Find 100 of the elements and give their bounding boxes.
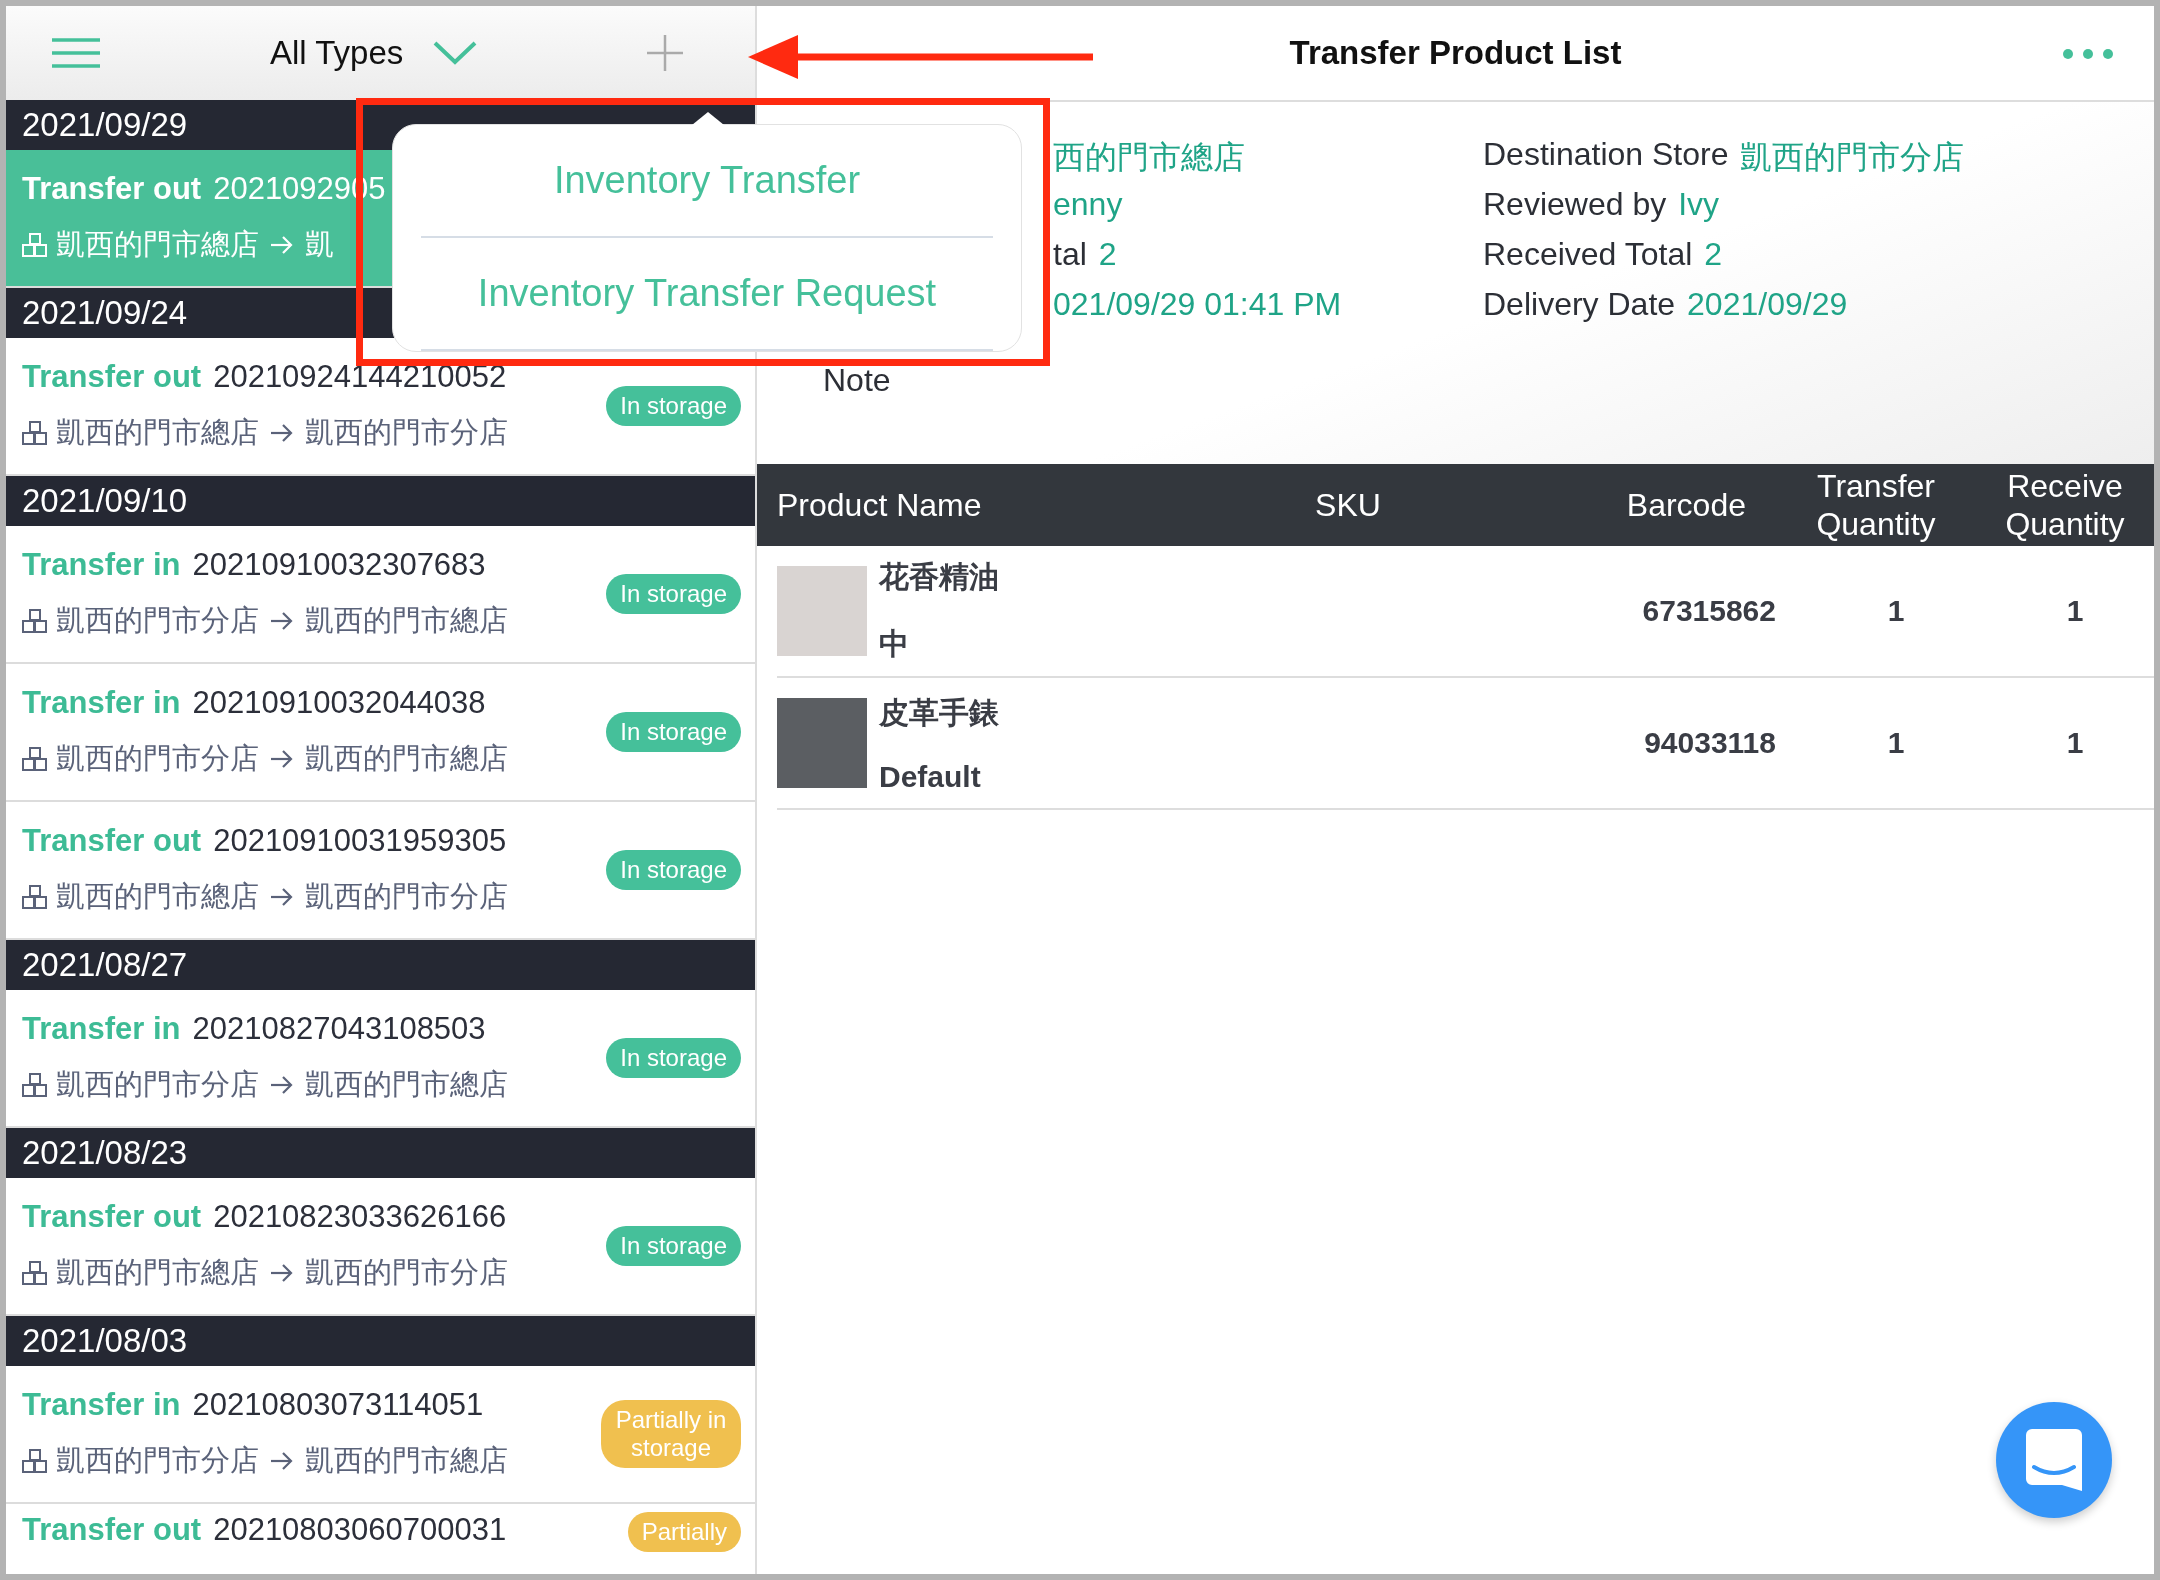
field-value: enny <box>1053 186 1123 224</box>
field-value: 凱西的門市分店 <box>1740 138 1965 176</box>
arrow-icon <box>271 236 293 254</box>
boxes-icon <box>22 1261 48 1285</box>
source-store: 凱西的門市總店 <box>56 879 259 914</box>
source-store: 凱西的門市總店 <box>56 227 259 262</box>
status-badge: Partially <box>627 1512 741 1552</box>
destination-store: 凱西的門市分店 <box>305 1255 508 1290</box>
arrow-icon <box>271 424 293 442</box>
destination-store: 凱西的門市總店 <box>305 1443 508 1478</box>
destination-store: 凱西的門市總店 <box>305 603 508 638</box>
table-cell: 67315862 <box>1642 594 1776 627</box>
field-value: 2 <box>1704 236 1723 274</box>
field-label: tal <box>1053 236 1087 274</box>
destination-store: 凱西的門市分店 <box>305 415 508 450</box>
destination-store: 凱西的門市總店 <box>305 1067 508 1102</box>
table-cell: 94033118 <box>1644 726 1776 759</box>
destination-store: 凱西的門市分店 <box>305 879 508 914</box>
field-label: Delivery Date <box>1483 286 1676 324</box>
transfer-number: 20210910031959305 <box>213 823 507 859</box>
transfer-type: Transfer in <box>22 547 181 583</box>
transfer-list-item[interactable]: Transfer out 20210803060700031 Partially <box>6 1504 755 1574</box>
transfer-number: 20210827043108503 <box>192 1011 486 1047</box>
transfer-number: 20210803073114051 <box>192 1387 484 1423</box>
source-store: 凱西的門市分店 <box>56 741 259 776</box>
transfer-number: 20210823033626166 <box>213 1199 507 1235</box>
arrow-icon <box>271 1264 293 1282</box>
status-badge: In storage <box>606 850 741 890</box>
boxes-icon <box>22 1449 48 1473</box>
date-header: 2021/08/03 <box>6 1316 755 1366</box>
arrow-icon <box>271 612 293 630</box>
chat-bubble-icon <box>2026 1429 2082 1491</box>
boxes-icon <box>22 421 48 445</box>
status-badge: In storage <box>606 1038 741 1078</box>
source-store: 凱西的門市分店 <box>56 1443 259 1478</box>
transfer-number: 20210910032044038 <box>192 685 486 721</box>
product-name: 花香精油 <box>879 559 999 595</box>
transfer-list-item[interactable]: Transfer in 20210910032307683 凱西的門市分店 凱西的門市總店 In storage <box>6 526 755 664</box>
destination-store: 凱 <box>305 227 334 262</box>
status-badge: In storage <box>606 386 741 426</box>
transfer-list-item[interactable]: Transfer in 20210910032044038 凱西的門市分店 凱西的門市總店 In storage <box>6 664 755 802</box>
boxes-icon <box>22 885 48 909</box>
note-label: Note <box>823 362 892 399</box>
field-label: Received Total <box>1483 236 1693 274</box>
date-header: 2021/08/27 <box>6 940 755 990</box>
field-value: Ivy <box>1678 186 1720 224</box>
destination-store: 凱西的門市總店 <box>305 741 508 776</box>
more-icon[interactable] <box>2062 48 2114 60</box>
transfer-type: Transfer in <box>22 685 181 721</box>
arrow-icon <box>271 1076 293 1094</box>
add-icon[interactable] <box>647 35 683 71</box>
type-filter-dropdown[interactable]: All Types <box>270 34 478 72</box>
transfer-number: 20210803060700031 <box>213 1512 507 1548</box>
table-cell: 1 <box>2066 726 2084 759</box>
boxes-icon <box>22 233 48 257</box>
table-cell: 1 <box>2066 594 2084 627</box>
arrow-icon <box>271 888 293 906</box>
transfer-list-item[interactable]: Transfer in 20210803073114051 凱西的門市分店 凱西的門市總店 Partially in storage <box>6 1366 755 1504</box>
date-header: 2021/09/10 <box>6 476 755 526</box>
date-header: 2021/08/23 <box>6 1128 755 1178</box>
product-name: 皮革手錶 <box>879 694 999 731</box>
source-store: 凱西的門市分店 <box>56 603 259 638</box>
status-badge: In storage <box>606 574 741 614</box>
column-header: Receive Quantity <box>2004 466 2126 544</box>
field-label: Destination Store <box>1483 136 1729 174</box>
product-variant: Default <box>879 759 982 794</box>
boxes-icon <box>22 609 48 633</box>
chevron-down-icon <box>433 41 478 65</box>
table-cell: 1 <box>1887 594 1905 627</box>
column-header: Barcode <box>1625 486 1747 524</box>
menu-icon[interactable] <box>52 38 100 68</box>
transfer-type: Transfer out <box>22 359 202 395</box>
status-badge: In storage <box>606 712 741 752</box>
transfer-type: Transfer out <box>22 1512 202 1548</box>
transfer-number: 20210924144210052 <box>213 359 507 395</box>
field-value: 021/09/29 01:41 PM <box>1053 286 1342 324</box>
field-value: 西的門市總店 <box>1053 138 1245 176</box>
status-badge: In storage <box>606 1226 741 1266</box>
column-header: Transfer Quantity <box>1815 466 1937 544</box>
source-store: 凱西的門市總店 <box>56 1255 259 1290</box>
status-badge: Partially in storage <box>601 1400 741 1468</box>
field-value: 2 <box>1098 236 1117 274</box>
arrow-icon <box>271 1452 293 1470</box>
field-label: Reviewed by <box>1483 186 1667 224</box>
table-cell: 1 <box>1887 726 1905 759</box>
source-store: 凱西的門市分店 <box>56 1067 259 1102</box>
page-title: Transfer Product List <box>1289 34 1622 72</box>
transfer-type: Transfer in <box>22 1387 181 1423</box>
source-store: 凱西的門市總店 <box>56 415 259 450</box>
product-variant: 中 <box>879 626 910 662</box>
column-header: SKU <box>1314 485 1382 525</box>
transfer-type: Transfer in <box>22 1011 181 1047</box>
arrow-icon <box>271 750 293 768</box>
transfer-number: 20210910032307683 <box>192 547 486 583</box>
transfer-type: Transfer out <box>22 171 202 207</box>
chat-button[interactable] <box>1996 1402 2112 1518</box>
column-header: Product Name <box>776 486 983 524</box>
transfer-type: Transfer out <box>22 823 202 859</box>
transfer-type: Transfer out <box>22 1199 202 1235</box>
boxes-icon <box>22 1073 48 1097</box>
